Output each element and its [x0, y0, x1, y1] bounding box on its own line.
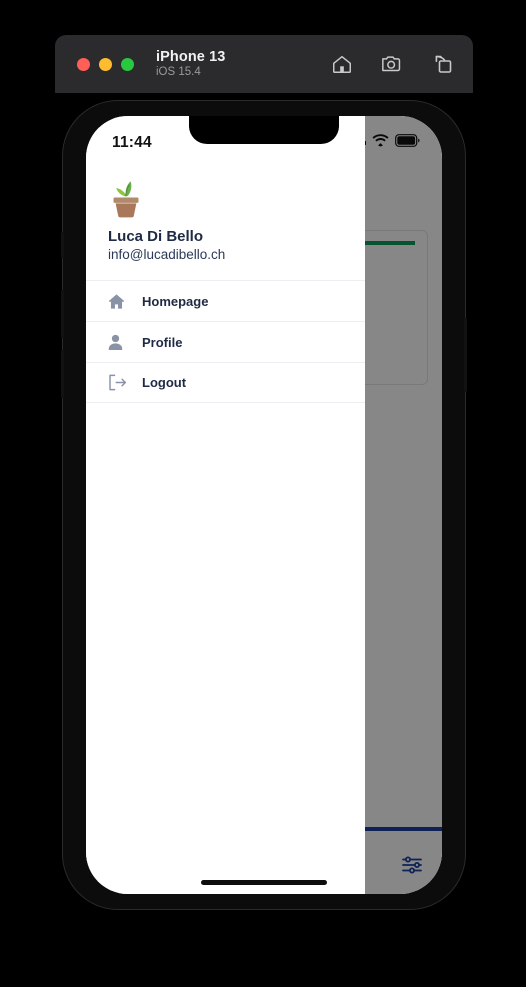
zoom-button[interactable] [121, 57, 134, 71]
user-email: info@lucadibello.ch [108, 247, 226, 262]
home-icon[interactable] [331, 53, 353, 75]
drawer-status-bar-time: 11:44 [112, 134, 152, 151]
rotate-device-icon[interactable] [433, 53, 453, 75]
house-icon [108, 293, 142, 310]
device-notch [189, 116, 339, 144]
drawer-header: Luca Di Bello info@lucadibello.ch [86, 160, 365, 274]
sidebar-item-profile[interactable]: Profile [86, 321, 365, 362]
sidebar-item-homepage[interactable]: Homepage [86, 280, 365, 321]
window-traffic-lights [77, 57, 134, 71]
minimize-button[interactable] [99, 57, 112, 71]
phone-screen: 11:44 Luca Di Bello info@lucadibello.ch … [86, 116, 442, 894]
window-title-block: iPhone 13 iOS 15.4 [156, 49, 225, 80]
device-name: iPhone 13 [156, 48, 226, 65]
close-button[interactable] [77, 57, 90, 71]
sidebar-item-label-logout: Logout [142, 375, 187, 390]
home-indicator[interactable] [201, 880, 327, 885]
user-name: Luca Di Bello [108, 228, 204, 245]
iphone-device-frame: 11:44 Luca Di Bello info@lucadibello.ch … [61, 100, 467, 910]
os-version: iOS 15.4 [156, 66, 201, 79]
power-button[interactable] [464, 318, 467, 392]
simulator-titlebar[interactable]: iPhone 13 iOS 15.4 [55, 35, 473, 93]
user-icon [108, 334, 142, 351]
logout-icon [108, 374, 142, 391]
sidebar-item-logout[interactable]: Logout [86, 362, 365, 403]
simulator-toolbar [331, 53, 453, 75]
volume-up-button[interactable] [61, 290, 64, 338]
navigation-drawer: 11:44 Luca Di Bello info@lucadibello.ch [86, 116, 365, 894]
simulator-window: iPhone 13 iOS 15.4 [55, 35, 473, 93]
sidebar-item-label-profile: Profile [142, 334, 183, 350]
potted-plant-icon [108, 174, 144, 218]
screenshot-icon[interactable] [381, 53, 405, 75]
silent-switch[interactable] [61, 232, 64, 258]
drawer-menu: Homepage Profile Logout [86, 280, 365, 403]
sidebar-item-label-homepage: Homepage [142, 293, 209, 309]
volume-down-button[interactable] [61, 350, 64, 398]
